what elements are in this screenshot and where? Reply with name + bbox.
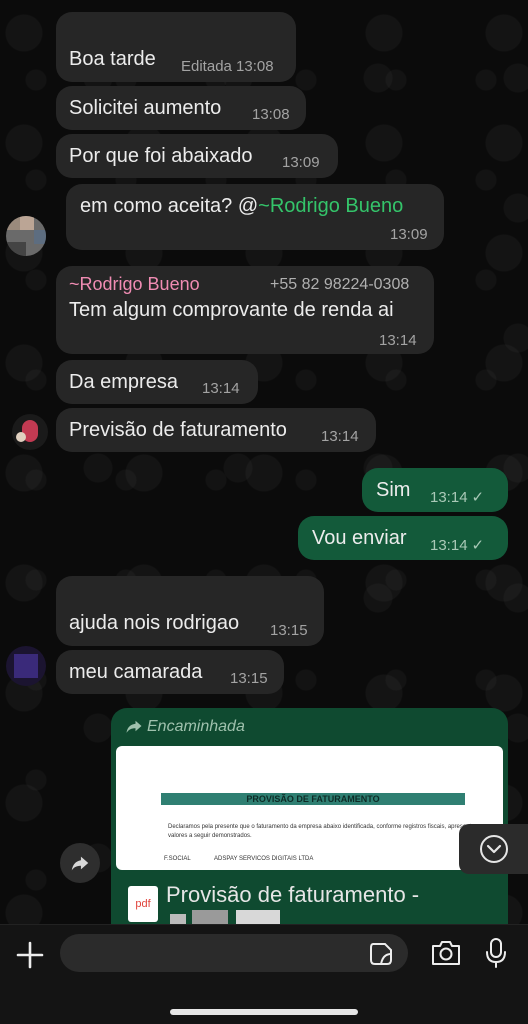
message-time: 13:14 <box>202 380 240 397</box>
message-text: Por que foi abaixado <box>69 145 253 167</box>
author-phone[interactable]: +55 82 98224-0308 <box>270 276 409 294</box>
avatar[interactable] <box>12 414 48 450</box>
message-time: 13:09 <box>282 154 320 171</box>
sent-check-icon: ✓ <box>471 489 485 506</box>
file-name-redacted <box>170 910 290 924</box>
message-bubble[interactable]: ajuda nois rodrigao 13:15 <box>56 576 324 646</box>
mention-link[interactable]: ~Rodrigo Bueno <box>258 195 403 217</box>
sent-check-icon: ✓ <box>471 537 485 554</box>
message-time: 13:14 ✓ <box>430 536 484 554</box>
time-value: 13:14 <box>430 489 468 506</box>
message-bubble[interactable]: Previsão de faturamento 13:14 <box>56 408 376 452</box>
message-text: Vou enviar <box>312 527 407 549</box>
message-bubble[interactable]: Boa tarde Editada 13:08 <box>56 12 296 82</box>
message-text: Boa tarde <box>69 48 156 70</box>
chat-area[interactable]: Boa tarde Editada 13:08 Solicitei aument… <box>0 0 528 924</box>
message-text: Sim <box>376 479 411 501</box>
document-text: Declaramos pela presente que o faturamen… <box>168 824 483 830</box>
message-text-prefix: em como aceita? @ <box>80 195 259 217</box>
message-bubble[interactable]: Solicitei aumento 13:08 <box>56 86 306 130</box>
scroll-down-icon <box>480 835 508 863</box>
message-bubble[interactable]: ~Rodrigo Bueno +55 82 98224-0308 Tem alg… <box>56 266 434 354</box>
message-text: em como aceita? @~Rodrigo Bueno <box>80 195 403 218</box>
file-name: Provisão de faturamento - <box>166 882 420 907</box>
avatar[interactable] <box>6 646 46 686</box>
message-text: Previsão de faturamento <box>69 419 287 441</box>
document-field-value: ADSPAY SERVICOS DIGITAIS LTDA <box>214 856 314 862</box>
share-icon <box>71 856 89 871</box>
document-title: PROVISÃO DE FATURAMENTO <box>161 793 465 805</box>
message-time: Editada 13:08 <box>181 58 274 75</box>
share-button[interactable] <box>60 843 100 883</box>
home-indicator <box>170 1009 358 1015</box>
message-composer <box>0 924 528 1024</box>
message-time: 13:14 ✓ <box>430 488 484 506</box>
document-field-label: F.SOCIAL <box>164 856 191 862</box>
message-text: Tem algum comprovante de renda ai <box>69 299 394 321</box>
sticker-icon[interactable] <box>368 941 394 967</box>
message-bubble-outgoing[interactable]: Sim 13:14 ✓ <box>362 468 508 512</box>
message-time: 13:15 <box>230 670 268 687</box>
message-time: 13:15 <box>270 622 308 639</box>
document-text: valores a seguir demonstrados. <box>168 833 252 839</box>
message-text: ajuda nois rodrigao <box>69 612 240 634</box>
message-time: 13:14 <box>379 332 417 349</box>
scroll-to-bottom-button[interactable] <box>459 824 528 874</box>
message-input[interactable] <box>60 934 408 972</box>
message-text: meu camarada <box>69 661 203 683</box>
message-bubble[interactable]: em como aceita? @~Rodrigo Bueno 13:09 <box>66 184 444 250</box>
message-time: 13:08 <box>252 106 290 123</box>
camera-icon[interactable] <box>430 939 462 967</box>
forward-icon <box>126 720 142 733</box>
time-value: 13:14 <box>430 537 468 554</box>
avatar[interactable] <box>6 216 46 256</box>
author-name[interactable]: ~Rodrigo Bueno <box>69 274 200 295</box>
pdf-file-icon: pdf <box>128 886 158 922</box>
message-time: 13:14 <box>321 428 359 445</box>
forwarded-document-message[interactable]: Encaminhada PROVISÃO DE FATURAMENTO Decl… <box>111 708 508 924</box>
plus-icon[interactable] <box>14 939 46 971</box>
document-preview[interactable]: PROVISÃO DE FATURAMENTO Declaramos pela … <box>116 746 503 870</box>
message-bubble[interactable]: Da empresa 13:14 <box>56 360 258 404</box>
message-text: Solicitei aumento <box>69 97 222 119</box>
message-bubble-outgoing[interactable]: Vou enviar 13:14 ✓ <box>298 516 508 560</box>
mic-icon[interactable] <box>484 937 508 969</box>
forwarded-label: Encaminhada <box>147 718 245 735</box>
file-info[interactable]: pdf Provisão de faturamento - <box>116 874 503 924</box>
message-text: Da empresa <box>69 371 178 393</box>
message-time: 13:09 <box>390 226 428 243</box>
message-bubble[interactable]: Por que foi abaixado 13:09 <box>56 134 338 178</box>
message-bubble[interactable]: meu camarada 13:15 <box>56 650 284 694</box>
